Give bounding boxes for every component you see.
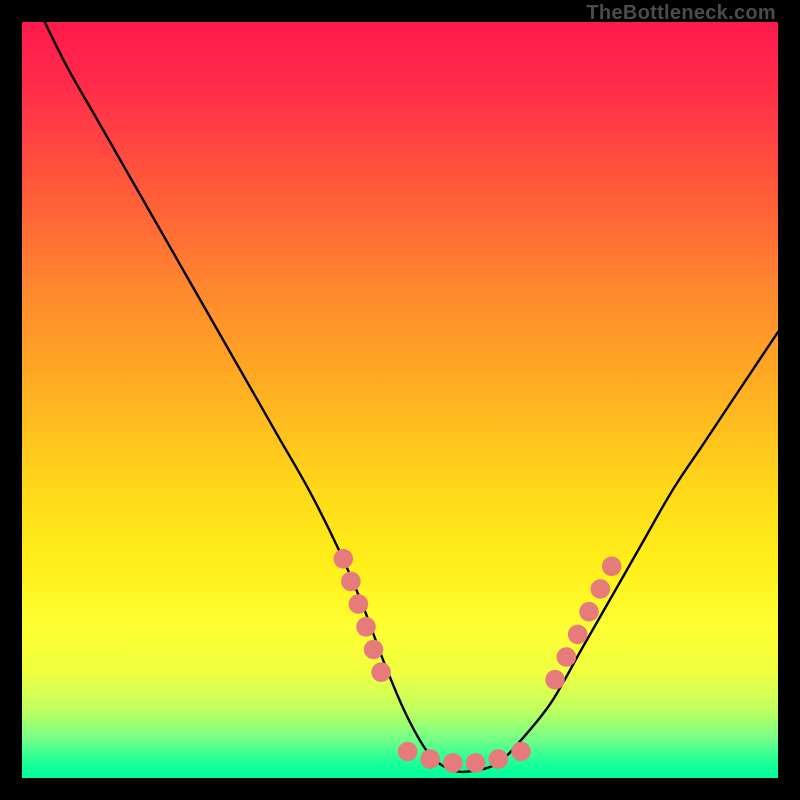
bottleneck-curve: [45, 22, 778, 772]
marker-dot: [545, 670, 565, 690]
marker-dot: [511, 742, 531, 762]
marker-dot: [591, 579, 611, 599]
marker-group: [334, 549, 622, 773]
marker-dot: [557, 647, 577, 667]
chart-frame: [22, 22, 778, 778]
marker-dot: [341, 572, 361, 592]
marker-dot: [356, 617, 376, 637]
marker-dot: [443, 753, 463, 773]
marker-dot: [398, 742, 418, 762]
marker-dot: [420, 749, 440, 769]
chart-svg: [22, 22, 778, 778]
marker-dot: [568, 625, 588, 645]
marker-dot: [349, 594, 369, 614]
marker-dot: [466, 753, 486, 773]
marker-dot: [364, 640, 384, 660]
marker-dot: [602, 557, 622, 577]
marker-dot: [489, 749, 509, 769]
marker-dot: [334, 549, 354, 569]
marker-dot: [371, 662, 391, 682]
marker-dot: [579, 602, 599, 622]
